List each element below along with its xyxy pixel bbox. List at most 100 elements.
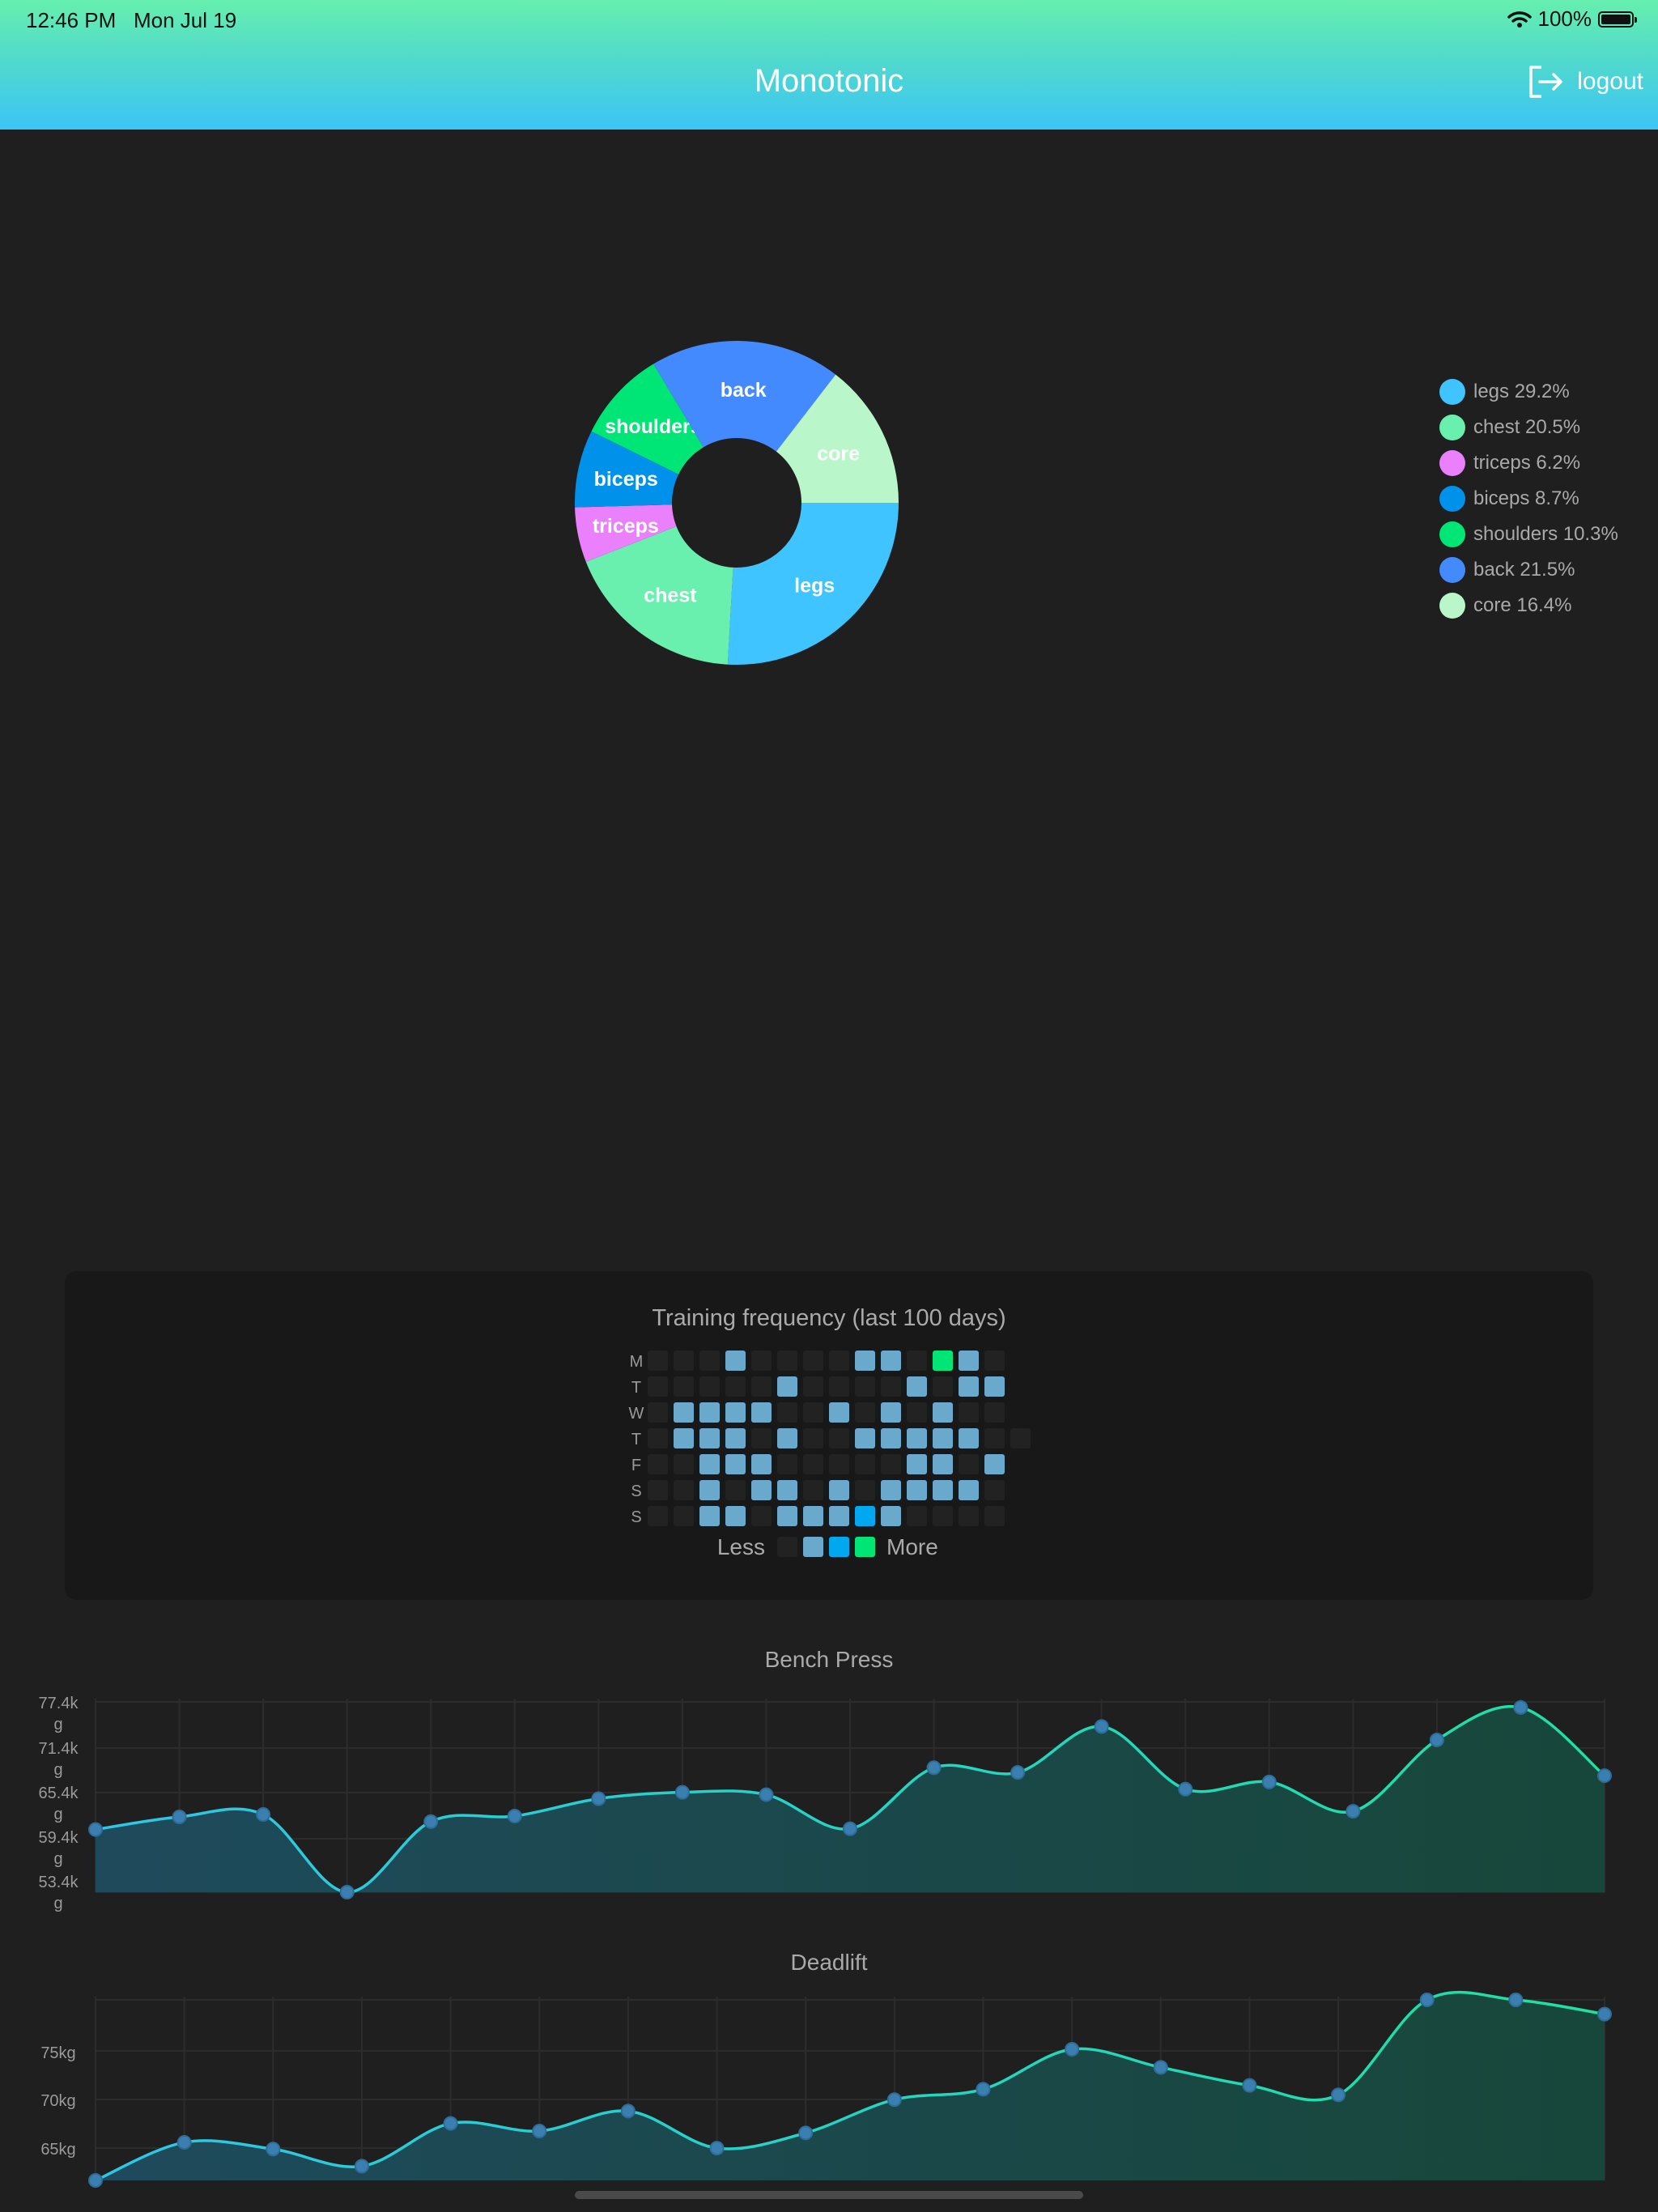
data-point[interactable] xyxy=(176,2135,192,2150)
data-point[interactable] xyxy=(1597,2006,1612,2022)
heatmap-cell xyxy=(803,1376,823,1397)
heatmap-cell xyxy=(777,1402,797,1423)
data-point[interactable] xyxy=(443,2116,458,2131)
status-bar-right: 100% xyxy=(1507,6,1637,32)
data-point[interactable] xyxy=(843,1821,857,1836)
data-point[interactable] xyxy=(1597,1768,1612,1784)
data-point[interactable] xyxy=(423,1814,439,1829)
y-tick-label: g xyxy=(53,1850,62,1868)
data-point[interactable] xyxy=(172,1809,187,1824)
heatmap-cell xyxy=(855,1376,875,1397)
bench-press-title: Bench Press xyxy=(764,1647,894,1672)
data-point[interactable] xyxy=(1065,2042,1080,2057)
heatmap-cell xyxy=(984,1402,1005,1423)
heatmap-cell xyxy=(881,1506,901,1526)
data-point[interactable] xyxy=(1242,2078,1257,2093)
data-point[interactable] xyxy=(674,1784,690,1800)
status-bar-time: 12:46 PM Mon Jul 19 xyxy=(26,8,236,33)
heatmap-legend-swatch xyxy=(855,1537,875,1557)
heatmap-day-label: F xyxy=(631,1457,641,1474)
data-point[interactable] xyxy=(1419,1993,1435,2007)
heatmap-cell xyxy=(674,1402,694,1423)
data-point[interactable] xyxy=(886,2092,902,2108)
data-point[interactable] xyxy=(507,1809,522,1823)
heatmap-cell xyxy=(933,1454,953,1474)
data-point[interactable] xyxy=(1178,1781,1193,1797)
heatmap-cell xyxy=(881,1402,901,1423)
logout-button[interactable]: logout xyxy=(1527,65,1643,99)
heatmap-cell xyxy=(907,1351,927,1371)
data-point[interactable] xyxy=(709,2141,725,2156)
heatmap-cell xyxy=(751,1402,772,1423)
training-frequency-title: Training frequency (last 100 days) xyxy=(652,1305,1006,1331)
heatmap-cell xyxy=(984,1454,1005,1474)
data-point[interactable] xyxy=(1153,2060,1168,2075)
data-point[interactable] xyxy=(256,1807,271,1823)
heatmap-cell xyxy=(907,1402,927,1423)
legend-label: shoulders 10.3% xyxy=(1473,523,1618,545)
heatmap-cell xyxy=(829,1506,849,1526)
data-point[interactable] xyxy=(266,2142,281,2157)
donut-label-legs: legs xyxy=(794,575,835,598)
heatmap-cell xyxy=(984,1480,1005,1500)
heatmap-cell xyxy=(855,1454,875,1474)
y-tick-label: g xyxy=(53,1806,62,1823)
heatmap-cell xyxy=(855,1351,875,1371)
heatmap-cell xyxy=(725,1428,746,1448)
data-point[interactable] xyxy=(1094,1719,1109,1734)
heatmap-cell xyxy=(699,1454,720,1474)
heatmap-cell xyxy=(674,1480,694,1500)
heatmap-cell xyxy=(699,1351,720,1371)
heatmap-cell xyxy=(829,1351,849,1371)
legend-swatch xyxy=(1439,557,1465,583)
data-point[interactable] xyxy=(1508,1993,1524,2007)
legend-item-chest: chest 20.5% xyxy=(1439,410,1618,445)
heatmap-cell xyxy=(1010,1428,1031,1448)
data-point[interactable] xyxy=(1261,1774,1277,1789)
heatmap-cell xyxy=(803,1480,823,1500)
y-tick-label: 70kg xyxy=(40,2092,75,2110)
legend-swatch xyxy=(1439,450,1465,476)
heatmap-cell xyxy=(984,1506,1005,1526)
data-point[interactable] xyxy=(926,1760,942,1776)
heatmap-cell xyxy=(674,1506,694,1526)
data-point[interactable] xyxy=(354,2159,369,2174)
heatmap-cell xyxy=(907,1506,927,1526)
muscle-group-donut-chart: legschesttricepsbicepsshouldersbackcore xyxy=(575,341,899,665)
legend-swatch xyxy=(1439,486,1465,512)
data-point[interactable] xyxy=(1010,1765,1026,1780)
training-frequency-heatmap: MTWTFSSLess More xyxy=(629,1351,1031,1559)
y-tick-label: 71.4k xyxy=(39,1740,79,1758)
legend-item-core: core 16.4% xyxy=(1439,588,1618,623)
heatmap-cell xyxy=(751,1480,772,1500)
data-point[interactable] xyxy=(591,1791,606,1806)
heatmap-cell xyxy=(725,1454,746,1474)
donut-label-triceps: triceps xyxy=(593,515,659,538)
data-point[interactable] xyxy=(532,2123,547,2138)
data-point[interactable] xyxy=(976,2082,991,2097)
data-point[interactable] xyxy=(798,2125,814,2141)
data-point[interactable] xyxy=(88,1822,103,1837)
logout-label: logout xyxy=(1577,68,1643,95)
heatmap-cell xyxy=(699,1480,720,1500)
data-point[interactable] xyxy=(1513,1699,1528,1715)
heatmap-cell xyxy=(725,1506,746,1526)
y-tick-label: 65.4k xyxy=(39,1784,79,1802)
heatmap-cell xyxy=(725,1480,746,1500)
heatmap-cell xyxy=(959,1376,979,1397)
y-tick-label: 77.4k xyxy=(39,1695,79,1712)
deadlift-chart: 75kg 70kg 65kg xyxy=(40,1990,1612,2188)
heatmap-cell xyxy=(751,1428,772,1448)
data-point[interactable] xyxy=(1346,1804,1361,1819)
data-point[interactable] xyxy=(1331,2087,1346,2103)
data-point[interactable] xyxy=(759,1787,774,1802)
data-point[interactable] xyxy=(620,2104,636,2119)
data-point[interactable] xyxy=(1429,1733,1444,1747)
heatmap-day-label: S xyxy=(631,1508,641,1526)
legend-item-legs: legs 29.2% xyxy=(1439,374,1618,410)
data-point[interactable] xyxy=(88,2173,103,2188)
data-point[interactable] xyxy=(339,1885,355,1899)
heatmap-cell xyxy=(699,1402,720,1423)
legend-swatch xyxy=(1439,593,1465,619)
muscle-group-legend: legs 29.2% chest 20.5% triceps 6.2% biceps … xyxy=(1439,374,1618,623)
